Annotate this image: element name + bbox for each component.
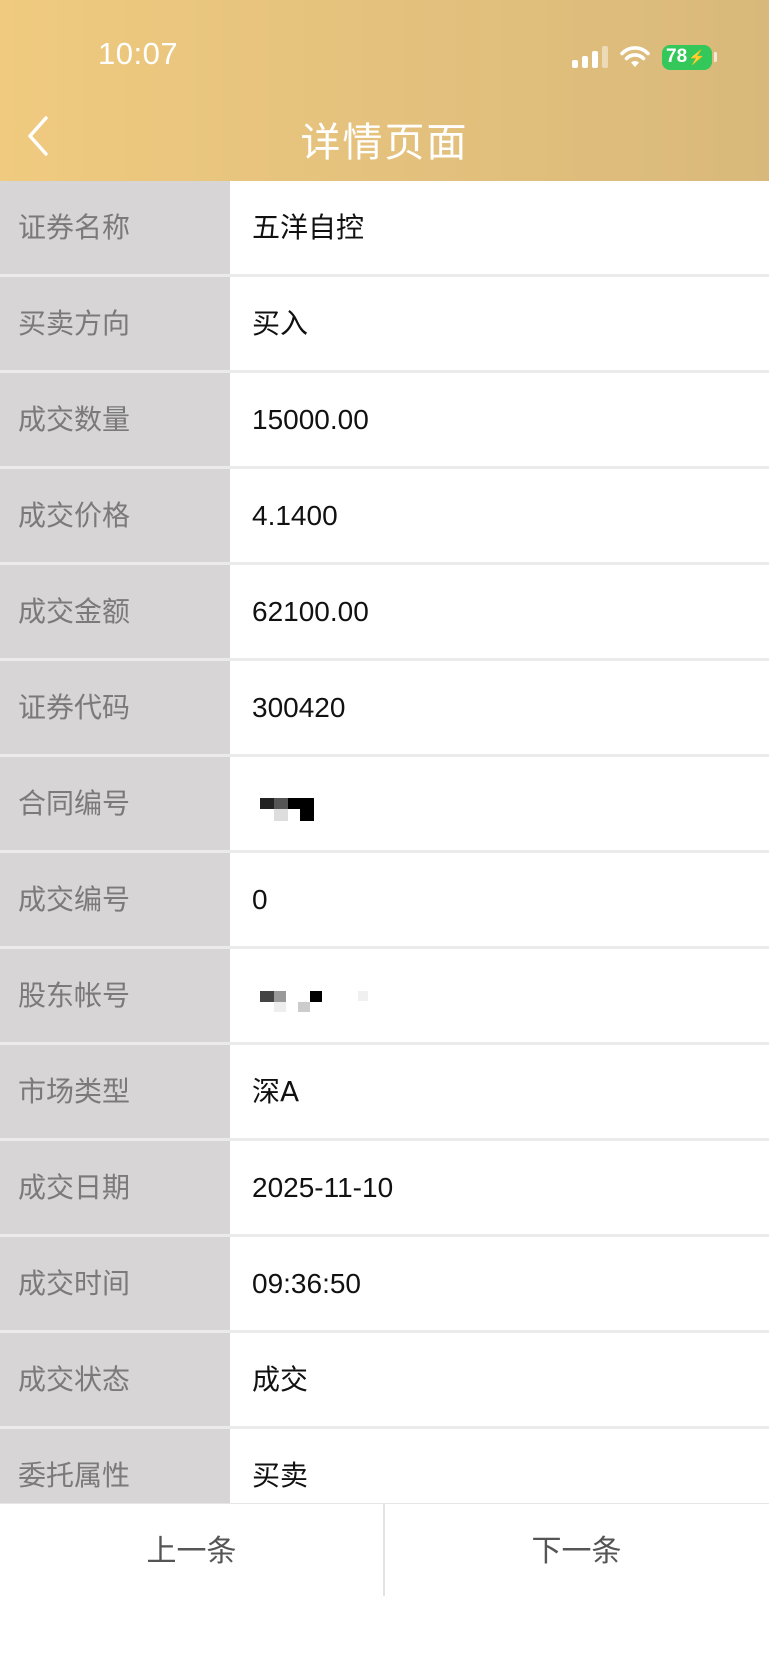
row-value: 4.1400 (230, 469, 769, 562)
detail-table: 证券名称 五洋自控 买卖方向 买入 成交数量 15000.00 成交价格 4.1… (0, 181, 769, 1525)
row-label: 买卖方向 (0, 277, 230, 370)
detail-row-status: 成交状态 成交 (0, 1333, 769, 1429)
row-label: 成交状态 (0, 1333, 230, 1426)
battery-icon: 78 ⚡ (662, 44, 717, 70)
detail-row-direction: 买卖方向 买入 (0, 277, 769, 373)
row-value-redacted (230, 757, 769, 850)
detail-row-amount: 成交金额 62100.00 (0, 565, 769, 661)
row-label: 成交日期 (0, 1141, 230, 1234)
row-label: 证券代码 (0, 661, 230, 754)
status-icons: 78 ⚡ (572, 40, 717, 74)
detail-row-account: 股东帐号 (0, 949, 769, 1045)
row-value: 2025-11-10 (230, 1141, 769, 1234)
row-label: 市场类型 (0, 1045, 230, 1138)
row-value: 15000.00 (230, 373, 769, 466)
row-label: 成交编号 (0, 853, 230, 946)
row-label: 成交时间 (0, 1237, 230, 1330)
row-value: 五洋自控 (230, 181, 769, 274)
detail-row-date: 成交日期 2025-11-10 (0, 1141, 769, 1237)
row-value: 300420 (230, 661, 769, 754)
detail-row-market: 市场类型 深A (0, 1045, 769, 1141)
row-label: 成交金额 (0, 565, 230, 658)
detail-row-trade-no: 成交编号 0 (0, 853, 769, 949)
row-value: 成交 (230, 1333, 769, 1426)
row-value: 62100.00 (230, 565, 769, 658)
row-value: 09:36:50 (230, 1237, 769, 1330)
detail-row-price: 成交价格 4.1400 (0, 469, 769, 565)
signal-icon (572, 46, 608, 68)
page-title: 详情页面 (300, 120, 469, 166)
row-label: 成交数量 (0, 373, 230, 466)
next-button[interactable]: 下一条 (385, 1504, 768, 1599)
row-value: 买入 (230, 277, 769, 370)
detail-row-code: 证券代码 300420 (0, 661, 769, 757)
row-label: 证券名称 (0, 181, 230, 274)
row-label: 成交价格 (0, 469, 230, 562)
detail-row-security-name: 证券名称 五洋自控 (0, 181, 769, 277)
wifi-icon (620, 46, 650, 67)
row-value-redacted (230, 949, 769, 1042)
status-time: 10:07 (98, 36, 179, 71)
detail-row-time: 成交时间 09:36:50 (0, 1237, 769, 1333)
row-label: 股东帐号 (0, 949, 230, 1042)
header-bar: 10:07 78 ⚡ 详情页面 (0, 0, 769, 181)
detail-row-contract-no: 合同编号 (0, 757, 769, 853)
detail-row-quantity: 成交数量 15000.00 (0, 373, 769, 469)
row-value: 深A (230, 1045, 769, 1138)
row-value: 0 (230, 853, 769, 946)
row-label: 合同编号 (0, 757, 230, 850)
footer-nav: 上一条 下一条 (0, 1503, 769, 1666)
prev-button[interactable]: 上一条 (0, 1504, 383, 1599)
battery-level: 78 (666, 46, 688, 67)
